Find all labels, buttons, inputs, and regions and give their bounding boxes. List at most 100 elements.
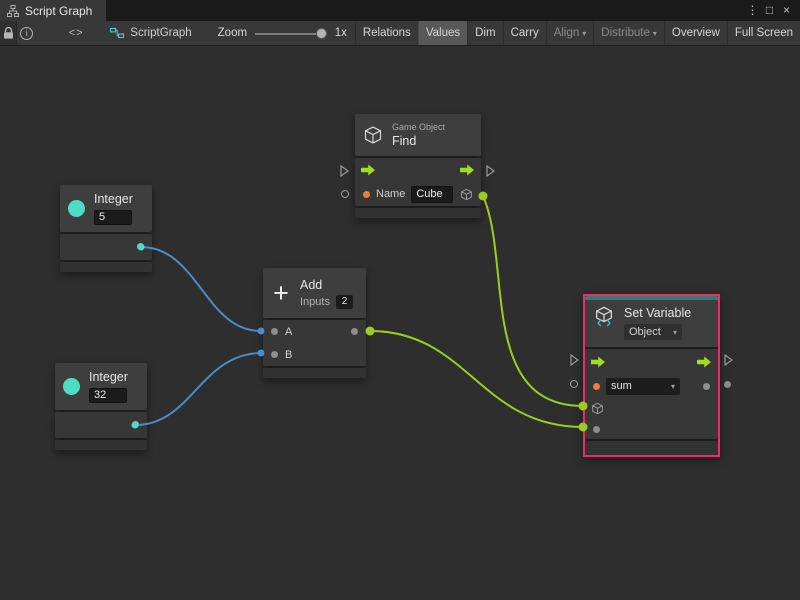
set-variable-icon bbox=[593, 306, 615, 328]
window-controls: ⋮ □ × bbox=[744, 0, 800, 21]
setvar-object-row bbox=[585, 397, 718, 419]
graph-breadcrumb[interactable]: ScriptGraph bbox=[110, 27, 191, 39]
node-footer bbox=[60, 262, 152, 272]
window-menu-icon[interactable]: ⋮ bbox=[744, 0, 761, 21]
name-input-port[interactable] bbox=[363, 191, 370, 198]
variable-scope-dropdown[interactable]: Object ▾ bbox=[624, 324, 682, 340]
flow-in-arrow-icon[interactable] bbox=[591, 356, 606, 368]
window-close-icon[interactable]: × bbox=[778, 0, 795, 21]
integer-output-port[interactable] bbox=[132, 421, 139, 428]
carry-button[interactable]: Carry bbox=[503, 21, 546, 45]
name-value-field[interactable]: Cube bbox=[411, 186, 453, 203]
add-node[interactable]: + Add Inputs 2 A B bbox=[263, 268, 366, 378]
find-node-header: Game Object Find bbox=[355, 114, 481, 156]
overview-button[interactable]: Overview bbox=[664, 21, 727, 45]
flow-in-arrow-icon[interactable] bbox=[361, 164, 376, 176]
find-flow-in-port[interactable] bbox=[340, 165, 349, 177]
flow-triangle-icon bbox=[570, 354, 579, 366]
zoom-slider[interactable] bbox=[255, 21, 327, 45]
integer-node-top[interactable]: Integer 5 bbox=[60, 185, 152, 272]
node-footer bbox=[355, 208, 481, 218]
input-port-a[interactable] bbox=[271, 328, 278, 335]
sum-output-port[interactable] bbox=[351, 328, 358, 335]
plus-icon: + bbox=[271, 276, 291, 310]
setvar-value-out-port[interactable] bbox=[724, 381, 731, 388]
name-label: Name bbox=[376, 188, 405, 200]
zoom-label: Zoom bbox=[218, 27, 247, 39]
csharp-preview-button[interactable]: <> bbox=[66, 21, 86, 45]
node-footer bbox=[263, 368, 366, 378]
info-button[interactable]: i bbox=[17, 21, 36, 45]
flow-triangle-icon bbox=[724, 354, 733, 366]
node-title: Add bbox=[300, 278, 353, 292]
setvar-name-row: sum ▾ bbox=[585, 375, 718, 397]
find-node[interactable]: Game Object Find Name Cube bbox=[355, 114, 481, 218]
input-port-b[interactable] bbox=[271, 351, 278, 358]
add-node-body: A B bbox=[263, 320, 366, 366]
node-category: Game Object bbox=[392, 122, 445, 132]
add-input-row-b: B bbox=[263, 343, 366, 366]
integer-value-field[interactable]: 32 bbox=[89, 388, 127, 403]
window-titlebar: Script Graph ⋮ □ × bbox=[0, 0, 800, 21]
variable-name-port[interactable] bbox=[593, 383, 600, 390]
zoom-slider-handle[interactable] bbox=[316, 28, 327, 39]
script-graph-icon bbox=[110, 27, 124, 39]
setvar-value-row bbox=[585, 419, 718, 439]
values-button[interactable]: Values bbox=[418, 21, 467, 45]
set-variable-node[interactable]: Set Variable Object ▾ sum ▾ bbox=[583, 294, 720, 457]
gameobject-output-port-icon[interactable] bbox=[460, 188, 473, 201]
set-variable-body: sum ▾ bbox=[585, 349, 718, 439]
tab-title: Script Graph bbox=[25, 4, 92, 18]
relations-button[interactable]: Relations bbox=[355, 21, 418, 45]
find-node-body: Name Cube bbox=[355, 158, 481, 206]
code-icon: <> bbox=[69, 27, 84, 39]
node-title: Integer bbox=[89, 370, 128, 384]
inputs-label: Inputs bbox=[300, 296, 330, 308]
value-output-port[interactable] bbox=[703, 383, 710, 390]
port-label-a: A bbox=[285, 326, 292, 338]
port-label-b: B bbox=[285, 349, 292, 361]
variable-name-dropdown[interactable]: sum ▾ bbox=[606, 378, 680, 395]
align-button[interactable]: Align ▾ bbox=[546, 21, 594, 45]
add-node-header: + Add Inputs 2 bbox=[263, 268, 366, 318]
info-icon: i bbox=[20, 27, 33, 40]
setvar-flow-row bbox=[585, 349, 718, 375]
zoom-value: 1x bbox=[335, 27, 347, 39]
flow-triangle-icon bbox=[340, 165, 349, 177]
value-circle-icon bbox=[570, 380, 578, 388]
integer-icon bbox=[63, 378, 80, 395]
lock-icon bbox=[3, 27, 14, 40]
find-flow-out-port[interactable] bbox=[486, 165, 495, 177]
chevron-down-icon: ▾ bbox=[671, 382, 675, 391]
distribute-button[interactable]: Distribute ▾ bbox=[593, 21, 664, 45]
flow-triangle-icon bbox=[486, 165, 495, 177]
find-value-in-port[interactable] bbox=[341, 190, 349, 198]
find-flow-row bbox=[355, 158, 481, 182]
lock-button[interactable] bbox=[0, 21, 17, 45]
game-object-cube-icon bbox=[363, 125, 383, 145]
value-circle-icon bbox=[341, 190, 349, 198]
node-footer bbox=[55, 440, 147, 450]
dim-button[interactable]: Dim bbox=[467, 21, 502, 45]
window-maximize-icon[interactable]: □ bbox=[761, 0, 778, 21]
setvar-value-in-port[interactable] bbox=[570, 380, 578, 388]
integer-node-header: Integer 32 bbox=[55, 363, 147, 410]
inputs-count-field[interactable]: 2 bbox=[336, 295, 353, 309]
flow-out-arrow-icon[interactable] bbox=[460, 164, 475, 176]
value-dot-icon bbox=[724, 381, 731, 388]
integer-port-row bbox=[60, 234, 152, 260]
set-variable-header: Set Variable Object ▾ bbox=[585, 296, 718, 347]
gameobject-input-port-icon[interactable] bbox=[591, 402, 604, 415]
integer-value-field[interactable]: 5 bbox=[94, 210, 132, 225]
fullscreen-button[interactable]: Full Screen bbox=[727, 21, 800, 45]
script-graph-tab[interactable]: Script Graph bbox=[0, 0, 106, 21]
chevron-down-icon: ▾ bbox=[582, 29, 586, 38]
add-input-row-a: A bbox=[263, 320, 366, 343]
integer-node-bottom[interactable]: Integer 32 bbox=[55, 363, 147, 450]
flow-out-arrow-icon[interactable] bbox=[697, 356, 712, 368]
setvar-flow-out-port[interactable] bbox=[724, 354, 733, 366]
integer-port-row bbox=[55, 412, 147, 438]
setvar-flow-in-port[interactable] bbox=[570, 354, 579, 366]
value-input-port[interactable] bbox=[593, 426, 600, 433]
integer-output-port[interactable] bbox=[137, 243, 144, 250]
